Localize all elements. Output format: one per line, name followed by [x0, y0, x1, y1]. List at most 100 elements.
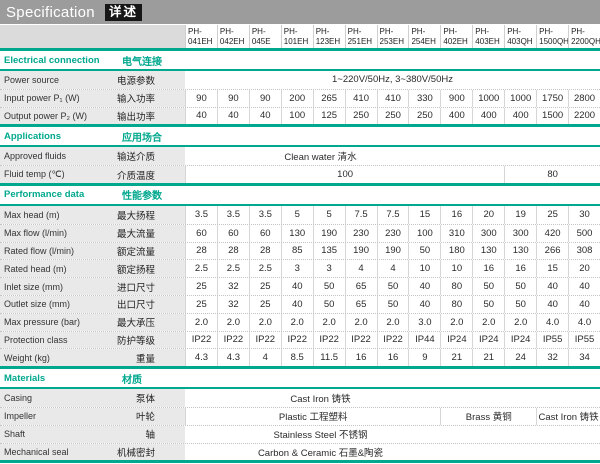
value-cell: 3.5: [217, 206, 249, 224]
value-cell: 65: [345, 278, 377, 295]
value-text: 4.3: [227, 352, 240, 363]
value-cell: 4.0: [536, 314, 568, 331]
value-cell: IP55: [536, 332, 568, 349]
model-code: 045E: [252, 37, 281, 47]
value-text: 180: [449, 245, 465, 256]
value-cell: 16: [472, 260, 504, 277]
row-label-zh: 介质温度: [115, 166, 185, 183]
value-text: 2.5: [195, 263, 208, 274]
value-cell: 2.0: [313, 314, 345, 331]
value-cell: 28: [217, 243, 249, 260]
value-cell: 2.0: [504, 314, 536, 331]
value-cell: 900: [440, 90, 472, 107]
table-row: Outlet size (mm)出口尺寸25322540506550408050…: [0, 295, 600, 313]
value-text: Cast Iron 铸铁: [290, 391, 350, 405]
value-text: Stainless Steel 不锈钢: [274, 427, 368, 441]
value-cell: 32: [217, 296, 249, 313]
section-title-en: Performance data: [0, 186, 115, 204]
model-column-header: PH-041EH: [185, 25, 217, 48]
section-title-en: Electrical connection: [0, 51, 115, 69]
value-cell: 40: [536, 296, 568, 313]
value-text: 410: [385, 93, 401, 104]
model-column-header: PH-403QH: [504, 25, 536, 48]
model-prefix: PH-: [380, 27, 409, 37]
value-text: 60: [196, 228, 207, 239]
value-cell: 28: [249, 243, 281, 260]
value-cell: 308: [568, 243, 600, 260]
value-text: 40: [420, 281, 431, 292]
value-text: 50: [388, 281, 399, 292]
section-title-row: Materials材质: [0, 366, 600, 389]
value-text: 200: [289, 93, 305, 104]
value-text: 2.0: [291, 317, 304, 328]
model-prefix: PH-: [220, 27, 249, 37]
value-text: Carbon & Ceramic 石墨&陶瓷: [258, 445, 383, 459]
value-cell: IP22: [249, 332, 281, 349]
model-column-header: PH-254EH: [408, 25, 440, 48]
spec-sheet-page: Specification 详述 PH-041EHPH-042EHPH-045E…: [0, 0, 600, 463]
row-label-zh: 轴: [115, 426, 185, 443]
value-text: 400: [513, 110, 529, 121]
value-cell: 80: [504, 166, 600, 183]
value-cell: 4.3: [217, 349, 249, 366]
value-text: 3.0: [418, 317, 431, 328]
value-text: 4.0: [578, 317, 591, 328]
value-cell: 5: [281, 206, 313, 224]
value-text: 50: [515, 281, 526, 292]
value-text: 20: [579, 263, 590, 274]
value-text: 5: [295, 209, 300, 220]
value-cell: Clean water 清水: [185, 147, 600, 165]
value-cell: 2.0: [377, 314, 409, 331]
value-text: 21: [483, 352, 494, 363]
value-text: 3: [295, 263, 300, 274]
value-cell: 1000: [472, 90, 504, 107]
table-row: Rated flow (l/min)额定流量282828851351901905…: [0, 242, 600, 260]
value-cell: IP22: [217, 332, 249, 349]
value-text: 250: [417, 110, 433, 121]
value-text: 60: [260, 228, 271, 239]
value-cell: 80: [440, 278, 472, 295]
value-text: 40: [579, 299, 590, 310]
value-text: 2.0: [323, 317, 336, 328]
model-code: 402EH: [443, 37, 472, 47]
value-cell: 3.0: [408, 314, 440, 331]
value-text: IP24: [511, 334, 531, 345]
value-text: IP24: [447, 334, 467, 345]
value-text: 50: [420, 245, 431, 256]
value-text: 2.0: [386, 317, 399, 328]
value-cell: 8.5: [281, 349, 313, 366]
model-code: 101EH: [284, 37, 313, 47]
model-column-header: PH-403EH: [472, 25, 504, 48]
section-title-en: Materials: [0, 369, 115, 387]
row-label-zh: 最大流量: [115, 225, 185, 242]
value-text: 16: [356, 352, 367, 363]
row-label-en: Fluid temp (℃): [0, 166, 115, 183]
value-text: 3.5: [195, 209, 208, 220]
row-label-zh: 输出功率: [115, 108, 185, 125]
model-prefix: PH-: [475, 27, 504, 37]
model-header-spacer: [0, 25, 185, 48]
value-text: 15: [420, 209, 431, 220]
row-label-en: Max flow (l/min): [0, 225, 115, 242]
value-text: IP24: [479, 334, 499, 345]
table-row: Fluid temp (℃)介质温度10080: [0, 165, 600, 183]
value-cell: 190: [377, 243, 409, 260]
model-code: 1500QH: [539, 37, 568, 47]
value-cell: 34: [568, 349, 600, 366]
row-label-en: Casing: [0, 389, 115, 407]
model-prefix: PH-: [571, 27, 600, 37]
value-cell: 300: [472, 225, 504, 242]
value-text: 330: [417, 93, 433, 104]
value-cell: 3: [281, 260, 313, 277]
value-cell: 50: [313, 278, 345, 295]
model-prefix: PH-: [348, 27, 377, 37]
value-cell: 3.5: [249, 206, 281, 224]
value-cell: 130: [472, 243, 504, 260]
value-cell: 25: [185, 296, 217, 313]
value-text: 50: [388, 299, 399, 310]
value-cell: 16: [440, 206, 472, 224]
model-prefix: PH-: [539, 27, 568, 37]
value-cell: 90: [249, 90, 281, 107]
value-cell: 40: [281, 278, 313, 295]
value-text: 7.5: [386, 209, 399, 220]
